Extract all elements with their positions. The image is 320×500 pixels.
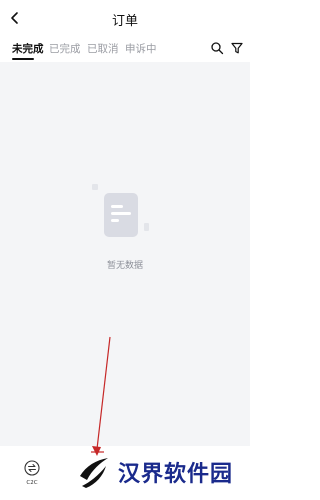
empty-state-message: 暂无数据 — [106, 261, 143, 271]
filter-icon[interactable] — [230, 41, 244, 55]
document-empty-icon — [92, 184, 149, 237]
c2c-nav-label[interactable]: C2C — [18, 480, 46, 486]
page-title: 订单 — [111, 14, 138, 29]
orders-page: 订单 未完成 已完成 已取消 申诉中 暂无数据 C2C 汉界软件园 — [0, 0, 250, 500]
search-icon[interactable] — [210, 41, 224, 55]
tab-cancelled[interactable]: 已取消 — [87, 41, 119, 56]
tab-uncompleted[interactable]: 未完成 — [12, 41, 44, 56]
watermark-text: 汉界软件园 — [118, 462, 234, 487]
tab-completed[interactable]: 已完成 — [49, 41, 81, 56]
top-bar: 订单 — [0, 0, 250, 36]
annotation-arrow — [91, 336, 111, 456]
watermark-logo-icon — [80, 458, 108, 488]
tab-appealing[interactable]: 申诉中 — [125, 41, 157, 56]
c2c-icon[interactable] — [22, 458, 42, 478]
order-status-tabs: 未完成 已完成 已取消 申诉中 — [0, 36, 250, 62]
watermark: 汉界软件园 — [76, 452, 233, 492]
active-tab-indicator — [12, 58, 34, 60]
